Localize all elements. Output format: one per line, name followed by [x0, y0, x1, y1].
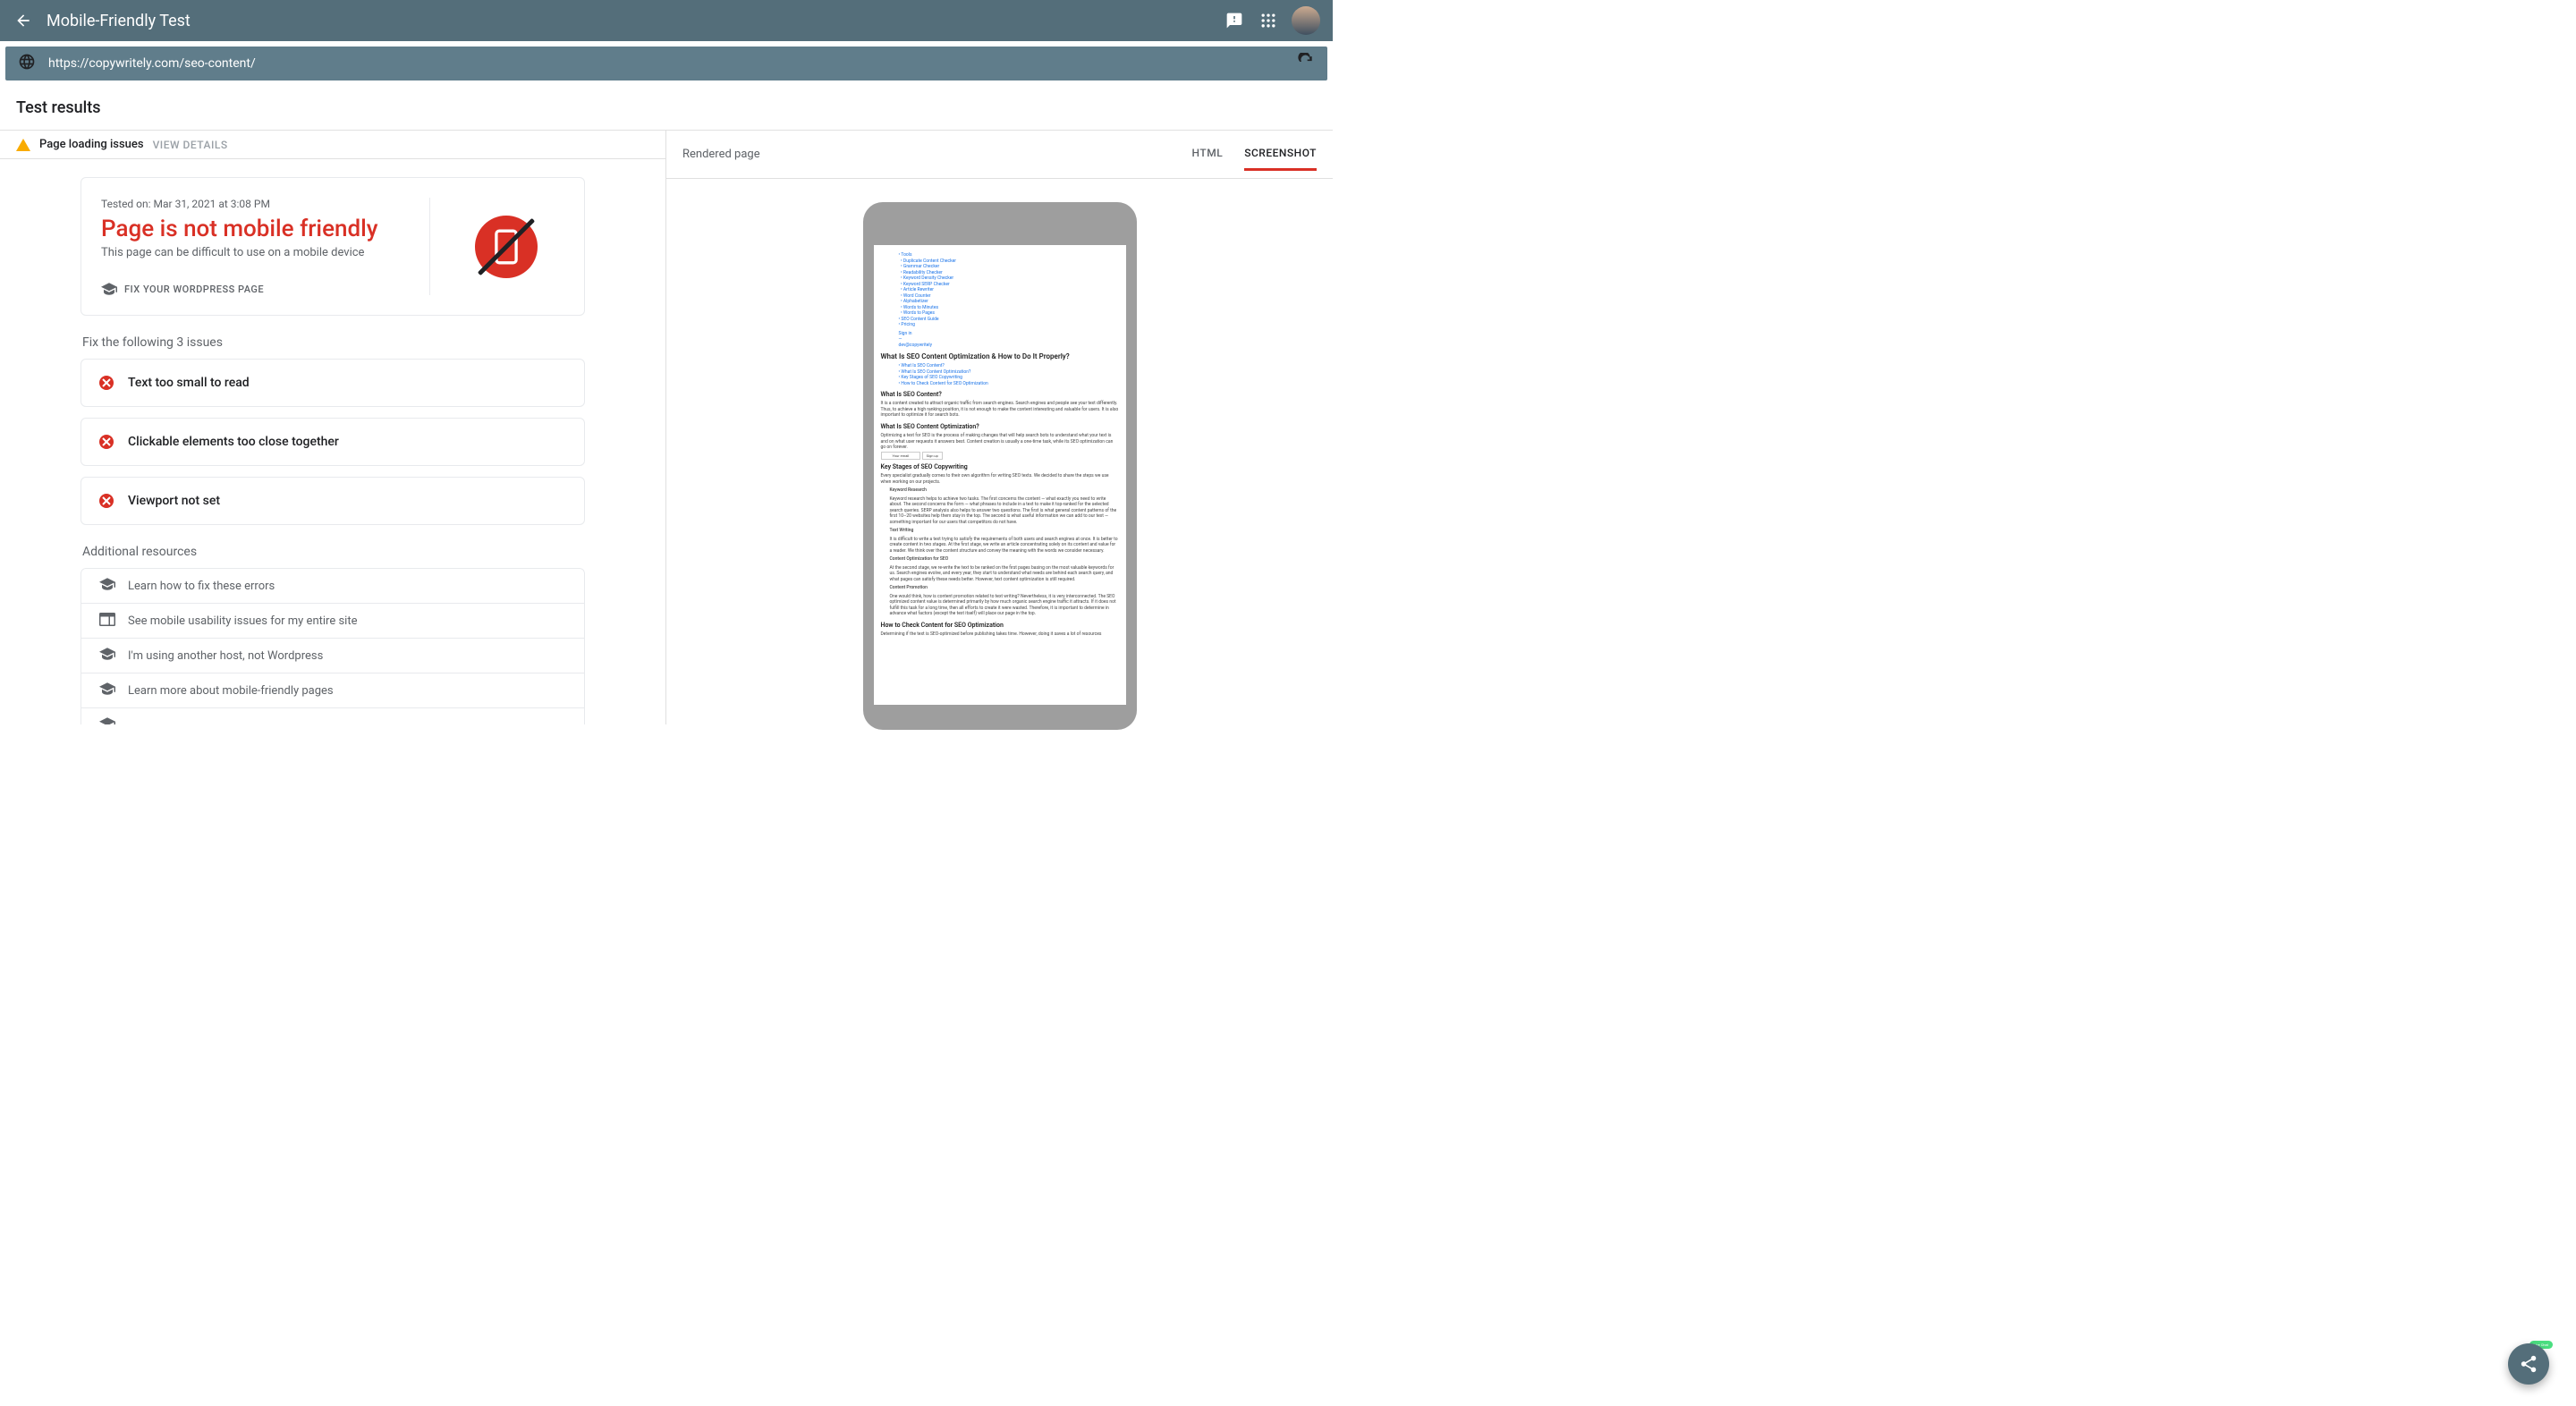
resource-row-learn-fix[interactable]: Learn how to fix these errors: [80, 568, 585, 604]
url-bar: [5, 47, 1327, 80]
refresh-button[interactable]: [1297, 53, 1315, 74]
phone-p: Determining if the text is SEO-optimized…: [881, 631, 1119, 638]
phone-p: At the second stage, we re-write the tex…: [890, 565, 1119, 583]
render-tabs: HTML SCREENSHOT: [1192, 138, 1317, 171]
header-actions: [1224, 6, 1320, 35]
phone-p: It is difficult to write a text trying t…: [890, 537, 1119, 555]
phone-sub: Content Promotion: [890, 585, 1119, 591]
page-loading-label: Page loading issues: [39, 138, 144, 151]
issue-label: Clickable elements too close together: [128, 435, 339, 449]
app-header: Mobile-Friendly Test: [0, 0, 1333, 41]
error-icon: [99, 435, 114, 449]
feedback-icon[interactable]: [1224, 10, 1245, 31]
phone-screen: • Tools • Duplicate Content Checker • Gr…: [874, 245, 1126, 705]
right-pane-header: Rendered page HTML SCREENSHOT: [666, 131, 1333, 179]
phone-preview-area: • Tools • Duplicate Content Checker • Gr…: [666, 179, 1333, 730]
section-title: Test results: [0, 86, 1333, 131]
error-icon: [99, 494, 114, 508]
phone-signin: Sign in—dev@copywritely: [881, 331, 1119, 349]
app-title: Mobile-Friendly Test: [47, 12, 1224, 30]
result-heading: Page is not mobile friendly: [101, 216, 411, 242]
resource-label: Learn how to fix these errors: [128, 580, 275, 593]
resource-row-other-host[interactable]: I'm using another host, not Wordpress: [80, 639, 585, 673]
card-divider: [429, 198, 430, 295]
issues-heading: Fix the following 3 issues: [82, 335, 585, 350]
right-pane: Rendered page HTML SCREENSHOT • Tools • …: [666, 131, 1333, 724]
web-icon: [99, 613, 115, 629]
share-button[interactable]: [2508, 1343, 2549, 1385]
phone-h2: How to Check Content for SEO Optimizatio…: [881, 622, 1119, 630]
left-pane: Page loading issues VIEW DETAILS Tested …: [0, 131, 666, 724]
result-subline: This page can be difficult to use on a m…: [101, 246, 411, 259]
tab-screenshot[interactable]: SCREENSHOT: [1244, 138, 1317, 171]
tab-html[interactable]: HTML: [1192, 138, 1224, 171]
phone-toc: • What Is SEO Content?• What Is SEO Cont…: [881, 363, 1119, 386]
scholar-icon: [99, 717, 115, 724]
apps-grid-icon[interactable]: [1258, 10, 1279, 31]
resource-label: I'm using another host, not Wordpress: [128, 649, 323, 663]
phone-p: Every specialist gradually comes to thei…: [881, 473, 1119, 485]
rendered-page-label: Rendered page: [682, 148, 760, 161]
phone-p: Keyword research helps to achieve two ta…: [890, 496, 1119, 526]
phone-h2: What Is SEO Content Optimization?: [881, 423, 1119, 431]
error-icon: [99, 376, 114, 390]
scholar-icon: [99, 578, 115, 594]
results-summary: Tested on: Mar 31, 2021 at 3:08 PM Page …: [80, 177, 585, 724]
phone-h2: What Is SEO Content?: [881, 391, 1119, 399]
resource-row-usability-issues[interactable]: See mobile usability issues for my entir…: [80, 604, 585, 639]
issue-item-clickable-elements[interactable]: Clickable elements too close together: [80, 418, 585, 466]
phone-h1: What Is SEO Content Optimization & How t…: [881, 352, 1119, 361]
phone-frame: • Tools • Duplicate Content Checker • Gr…: [863, 202, 1137, 730]
page-loading-issues-bar: Page loading issues VIEW DETAILS: [0, 131, 665, 159]
content-area: Page loading issues VIEW DETAILS Tested …: [0, 131, 1333, 724]
phone-nav: • Tools • Duplicate Content Checker • Gr…: [881, 252, 1119, 328]
scholar-icon: [99, 648, 115, 664]
fix-wordpress-label: FIX YOUR WORDPRESS PAGE: [124, 284, 264, 295]
view-details-button[interactable]: VIEW DETAILS: [153, 139, 228, 151]
phone-p: It is a content created to attract organ…: [881, 401, 1119, 419]
issue-label: Viewport not set: [128, 494, 220, 508]
resource-label: See mobile usability issues for my entir…: [128, 614, 357, 628]
globe-icon: [18, 53, 36, 74]
warning-icon: [16, 139, 30, 151]
phone-sub: Keyword Research: [890, 487, 1119, 494]
phone-p: One would think, how is content promotio…: [890, 594, 1119, 617]
user-avatar[interactable]: [1292, 6, 1320, 35]
back-button[interactable]: [13, 10, 34, 31]
resource-row-more[interactable]: [80, 708, 585, 724]
phone-sub: Text Writing: [890, 528, 1119, 534]
result-card: Tested on: Mar 31, 2021 at 3:08 PM Page …: [80, 177, 585, 316]
scholar-icon: [101, 283, 117, 295]
scholar-icon: [99, 682, 115, 699]
issue-item-viewport[interactable]: Viewport not set: [80, 477, 585, 525]
phone-h2: Key Stages of SEO Copywriting: [881, 463, 1119, 471]
phone-sub: Content Optimization for SEO: [890, 556, 1119, 563]
resource-row-learn-more[interactable]: Learn more about mobile-friendly pages: [80, 673, 585, 708]
url-input[interactable]: [48, 56, 1288, 71]
resource-label: Learn more about mobile-friendly pages: [128, 684, 334, 698]
tested-on-label: Tested on: Mar 31, 2021 at 3:08 PM: [101, 198, 411, 210]
resources-heading: Additional resources: [82, 545, 585, 559]
issue-item-text-small[interactable]: Text too small to read: [80, 359, 585, 407]
phone-p: Optimizing a text for SEO is the process…: [881, 433, 1119, 451]
issue-label: Text too small to read: [128, 376, 250, 390]
fix-wordpress-link[interactable]: FIX YOUR WORDPRESS PAGE: [101, 283, 411, 295]
not-mobile-friendly-icon: [475, 216, 538, 278]
